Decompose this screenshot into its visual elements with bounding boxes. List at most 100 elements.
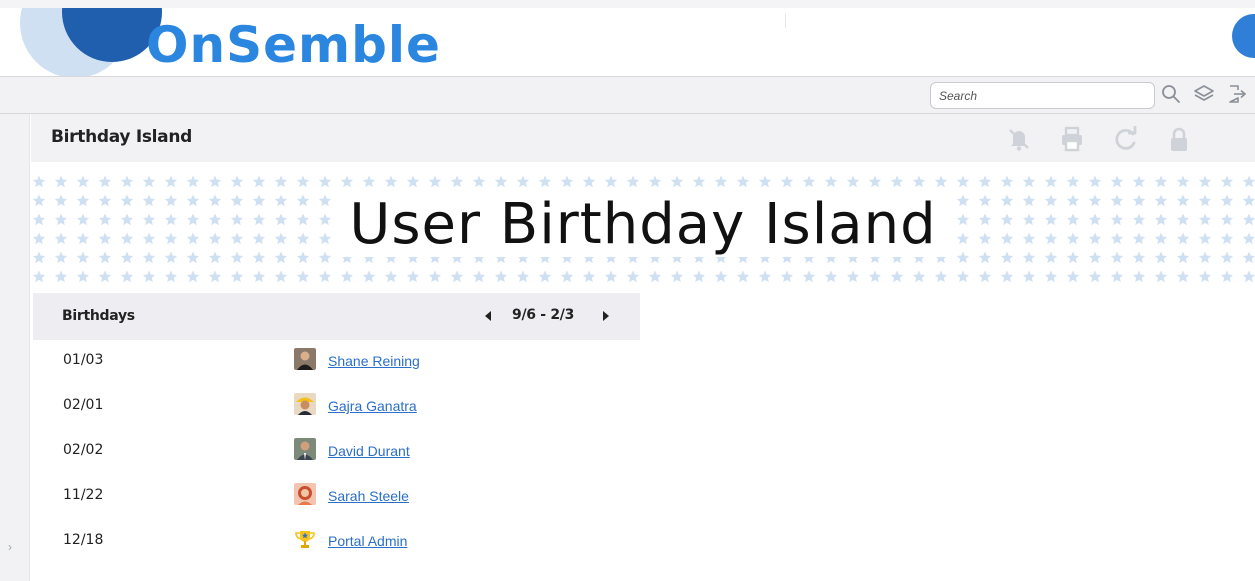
star-icon [1088, 175, 1102, 188]
birthday-row: 01/03 Shane Reining [33, 340, 640, 385]
star-icon [1022, 270, 1036, 283]
avatar[interactable] [294, 483, 316, 505]
star-icon [714, 175, 728, 188]
star-icon [626, 175, 640, 188]
star-icon [362, 270, 376, 283]
star-icon [54, 270, 68, 283]
person-link[interactable]: Sarah Steele [328, 488, 409, 504]
person-link[interactable]: Portal Admin [328, 533, 407, 549]
star-icon [890, 175, 904, 188]
star-icon [362, 175, 376, 188]
star-icon [692, 175, 706, 188]
star-icon [758, 270, 772, 283]
search-input[interactable] [930, 82, 1155, 109]
page-title: Birthday Island [51, 127, 193, 147]
star-icon [318, 270, 332, 283]
star-icon [1220, 270, 1234, 283]
star-icon [76, 175, 90, 188]
star-icon [1176, 270, 1190, 283]
birthday-row: 11/22 Sarah Steele [33, 475, 640, 520]
star-icon [1000, 270, 1014, 283]
star-icon [560, 270, 574, 283]
star-icon [670, 270, 684, 283]
star-icon [626, 270, 640, 283]
star-icon [428, 270, 442, 283]
star-icon [802, 270, 816, 283]
star-icon [604, 175, 618, 188]
star-icon [978, 175, 992, 188]
expand-sidebar-icon[interactable]: › [8, 540, 20, 554]
star-icon [736, 175, 750, 188]
birthday-date: 01/03 [63, 352, 104, 368]
star-icon [450, 175, 464, 188]
star-icon [384, 175, 398, 188]
star-icon [274, 270, 288, 283]
star-icon [428, 175, 442, 188]
star-icon [1132, 270, 1146, 283]
star-icon [1154, 270, 1168, 283]
hero-banner: User Birthday Island [31, 162, 1255, 288]
star-icon [824, 270, 838, 283]
star-icon [164, 270, 178, 283]
star-icon [1066, 270, 1080, 283]
app-header: OnSemble [0, 0, 1255, 76]
star-icon [648, 175, 662, 188]
star-icon [450, 270, 464, 283]
brand-logo[interactable]: OnSemble [146, 12, 441, 76]
birthday-date: 02/01 [63, 397, 104, 413]
person-link[interactable]: David Durant [328, 443, 410, 459]
star-icon [1110, 175, 1124, 188]
star-icon [846, 270, 860, 283]
star-icon [868, 270, 882, 283]
star-icon [912, 270, 926, 283]
star-icon [1088, 270, 1102, 283]
star-icon [472, 270, 486, 283]
star-icon [516, 270, 530, 283]
star-icon [538, 270, 552, 283]
star-icon [934, 175, 948, 188]
logout-icon[interactable] [1226, 83, 1248, 107]
search-icon[interactable] [1160, 83, 1182, 107]
trophy-icon[interactable] [294, 528, 316, 550]
star-icon [340, 175, 354, 188]
star-icon [890, 270, 904, 283]
print-icon[interactable] [1057, 124, 1087, 154]
layers-icon[interactable] [1193, 83, 1215, 107]
global-toolbar [0, 76, 1255, 114]
star-icon [54, 175, 68, 188]
date-range: 9/6 - 2/3 [512, 307, 575, 323]
notifications-off-icon[interactable] [1004, 124, 1034, 154]
star-icon [582, 175, 596, 188]
star-icon [1044, 270, 1058, 283]
star-icon [956, 270, 970, 283]
person-link[interactable]: Gajra Ganatra [328, 398, 417, 414]
refresh-icon[interactable] [1111, 124, 1141, 154]
star-icon [670, 175, 684, 188]
star-icon [98, 270, 112, 283]
avatar[interactable] [294, 393, 316, 415]
star-icon [98, 175, 112, 188]
star-icon [802, 175, 816, 188]
star-icon [32, 270, 46, 283]
lock-icon[interactable] [1164, 124, 1194, 154]
person-link[interactable]: Shane Reining [328, 353, 420, 369]
star-icon [120, 270, 134, 283]
birthday-date: 11/22 [63, 487, 104, 503]
avatar[interactable] [294, 438, 316, 460]
star-icon [1198, 175, 1212, 188]
avatar[interactable] [294, 348, 316, 370]
next-range-icon[interactable] [599, 307, 613, 325]
star-icon [76, 270, 90, 283]
previous-range-icon[interactable] [481, 307, 495, 325]
star-icon [494, 175, 508, 188]
star-icon [1242, 175, 1255, 188]
star-icon [208, 175, 222, 188]
star-icon [186, 175, 200, 188]
left-sidebar-collapsed [0, 114, 30, 581]
star-icon [538, 175, 552, 188]
star-icon [406, 270, 420, 283]
birthday-row: 12/18 Portal Admin [33, 520, 640, 565]
star-icon [1242, 270, 1255, 283]
star-icon [1110, 270, 1124, 283]
logo-circle-right [1232, 14, 1255, 58]
